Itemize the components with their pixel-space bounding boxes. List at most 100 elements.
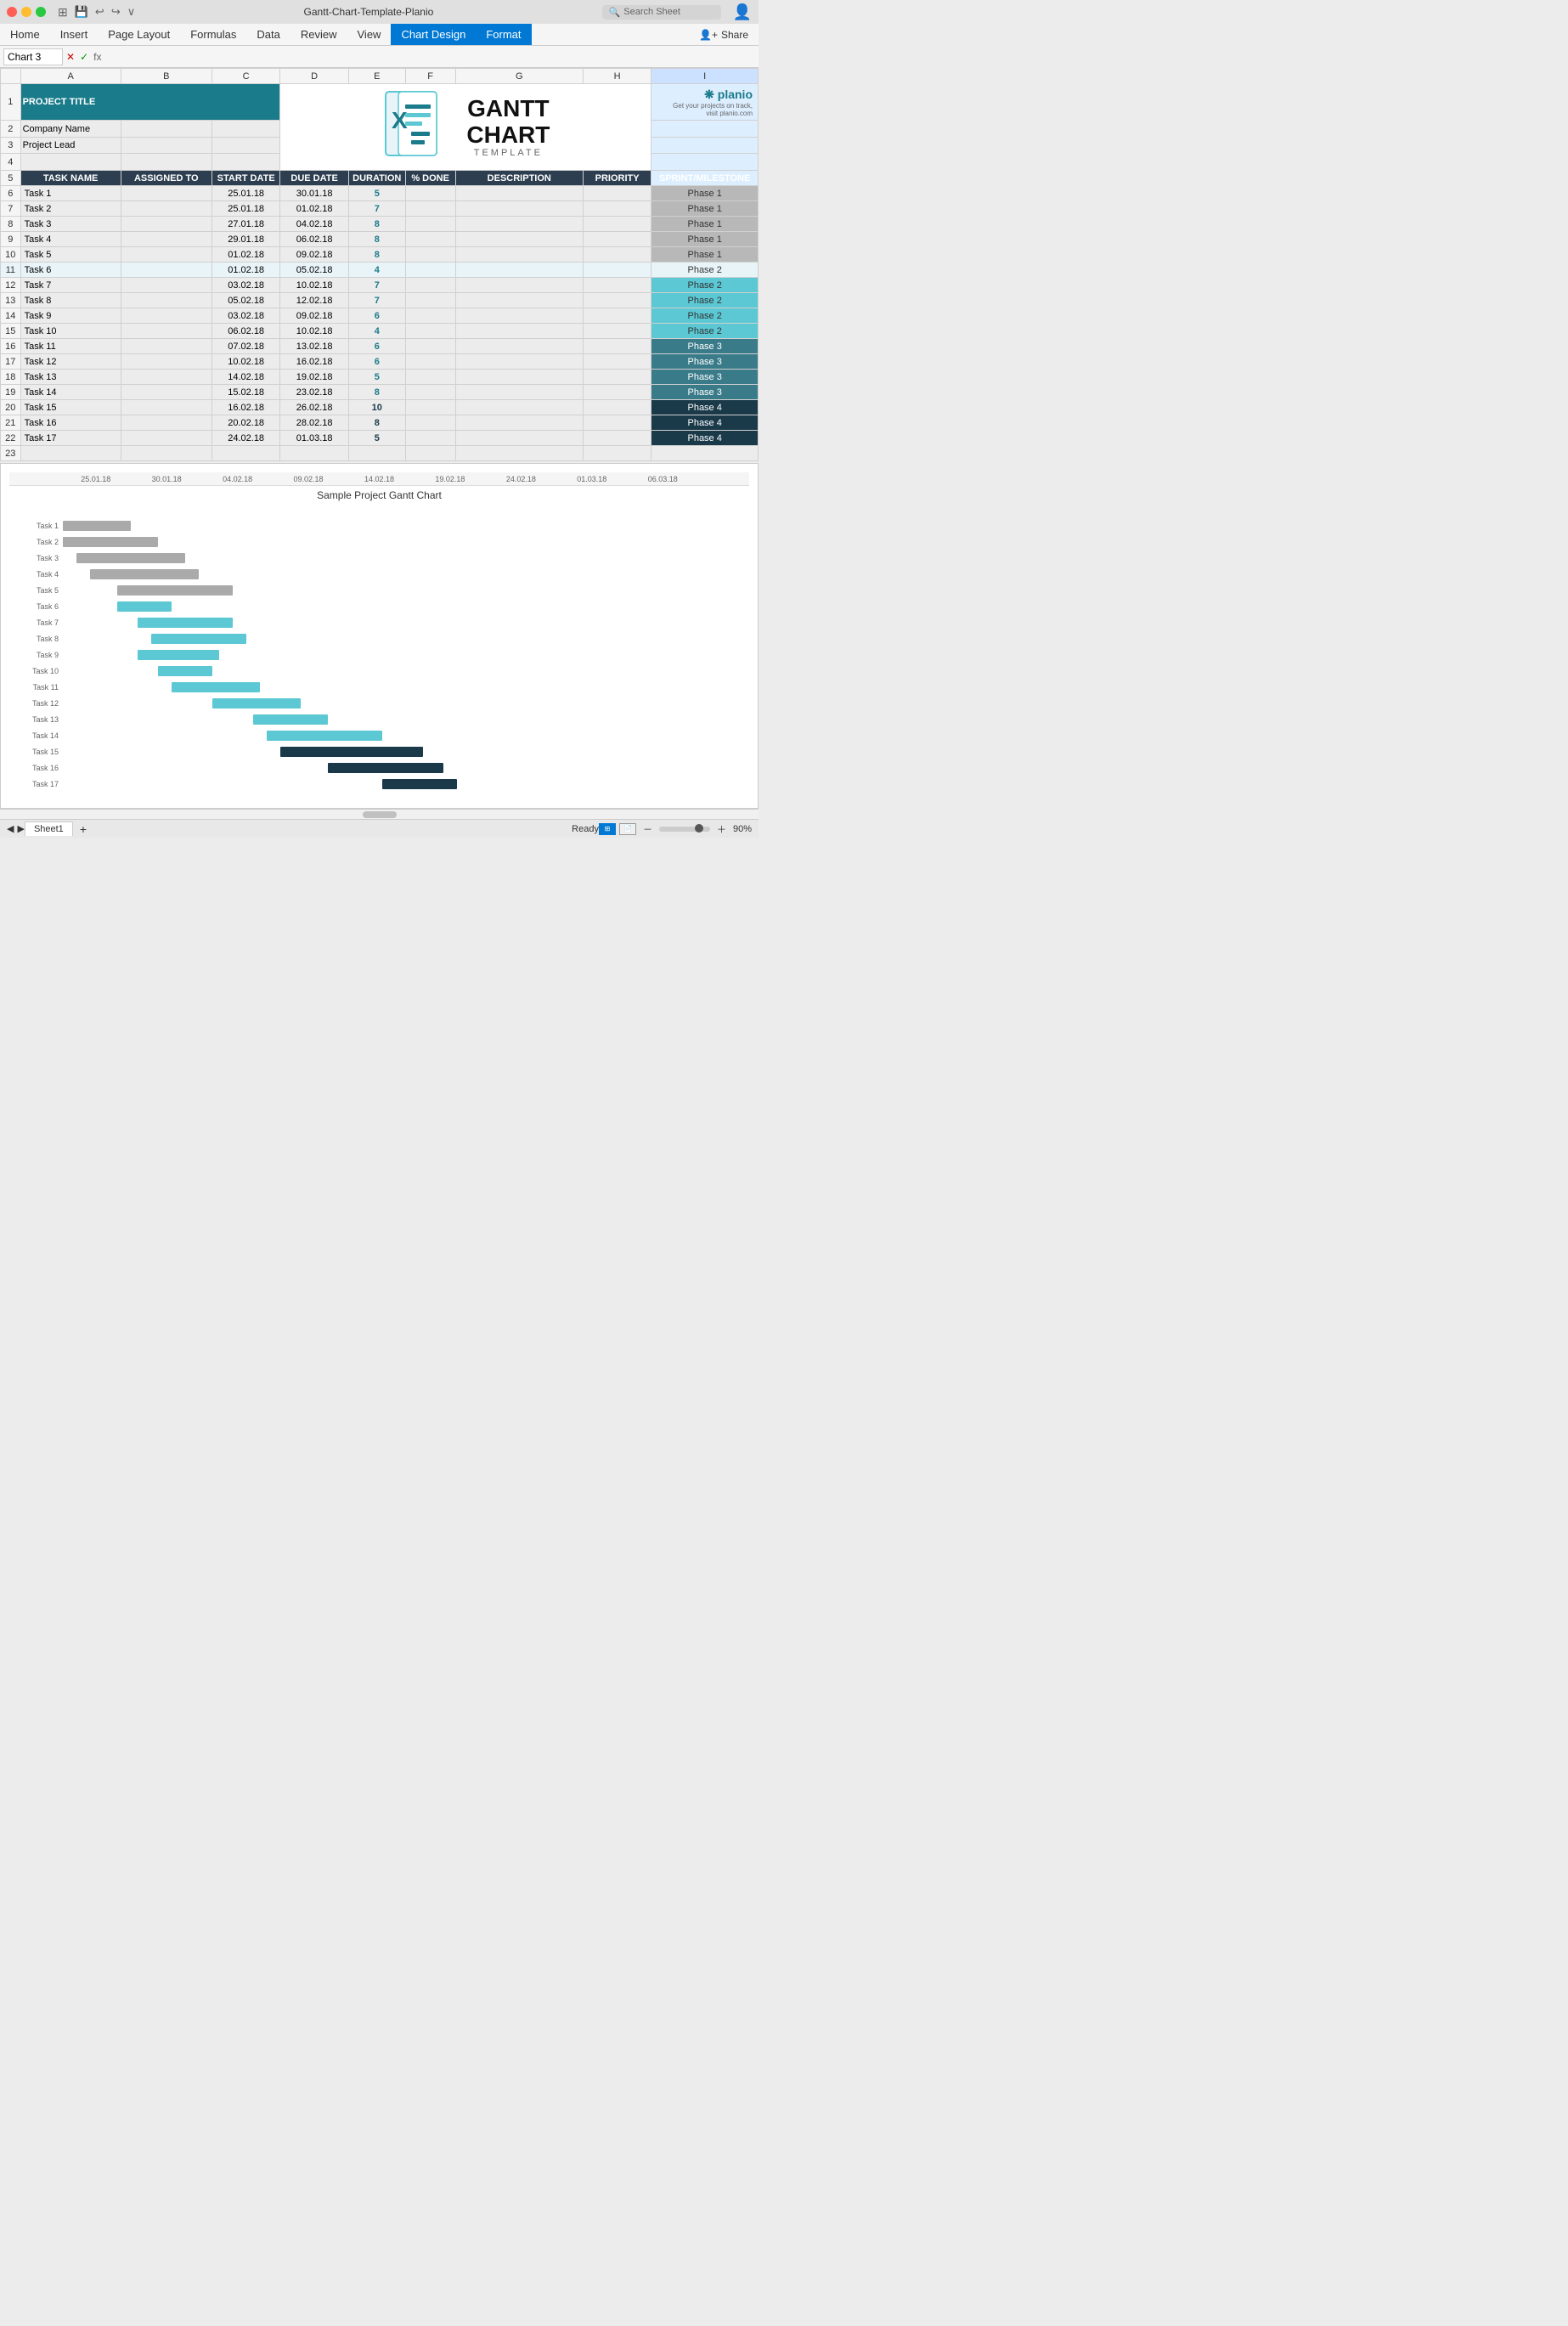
assigned-cell[interactable]: [121, 431, 212, 446]
duration-cell[interactable]: 4: [348, 263, 405, 278]
start-cell[interactable]: 03.02.18: [212, 308, 279, 324]
start-cell[interactable]: 10.02.18: [212, 354, 279, 370]
horizontal-scrollbar[interactable]: [0, 809, 759, 819]
duration-cell[interactable]: 6: [348, 354, 405, 370]
pct-cell[interactable]: [405, 186, 455, 201]
pct-cell[interactable]: [405, 324, 455, 339]
assigned-cell[interactable]: [121, 247, 212, 263]
cell-b4[interactable]: [121, 154, 212, 171]
menu-view[interactable]: View: [347, 24, 392, 45]
priority-cell[interactable]: [583, 385, 651, 400]
duration-cell[interactable]: 8: [348, 232, 405, 247]
desc-cell[interactable]: [455, 431, 583, 446]
menu-home[interactable]: Home: [0, 24, 50, 45]
start-cell[interactable]: 25.01.18: [212, 186, 279, 201]
pct-cell[interactable]: [405, 247, 455, 263]
due-cell[interactable]: 26.02.18: [280, 400, 348, 415]
pct-cell[interactable]: [405, 217, 455, 232]
assigned-cell[interactable]: [121, 400, 212, 415]
duration-cell[interactable]: 7: [348, 293, 405, 308]
start-cell[interactable]: 07.02.18: [212, 339, 279, 354]
duration-cell[interactable]: 6: [348, 308, 405, 324]
undo-icon[interactable]: ↩: [95, 5, 104, 20]
start-cell[interactable]: 05.02.18: [212, 293, 279, 308]
duration-cell[interactable]: 5: [348, 431, 405, 446]
priority-cell[interactable]: [583, 186, 651, 201]
priority-cell[interactable]: [583, 400, 651, 415]
zoom-slider[interactable]: [659, 827, 710, 832]
project-title-cell[interactable]: PROJECT TITLE: [20, 84, 280, 121]
start-cell[interactable]: 06.02.18: [212, 324, 279, 339]
assigned-cell[interactable]: [121, 232, 212, 247]
grid-icon[interactable]: ⊞: [58, 5, 68, 20]
redo-icon[interactable]: ↪: [111, 5, 121, 20]
pct-cell[interactable]: [405, 370, 455, 385]
share-button[interactable]: 👤+ Share: [689, 27, 759, 42]
due-cell[interactable]: 09.02.18: [280, 247, 348, 263]
cell-c3[interactable]: [212, 137, 279, 154]
assigned-cell[interactable]: [121, 339, 212, 354]
start-cell[interactable]: 16.02.18: [212, 400, 279, 415]
col-header-D[interactable]: D: [280, 69, 348, 84]
assigned-cell[interactable]: [121, 324, 212, 339]
priority-cell[interactable]: [583, 278, 651, 293]
duration-cell[interactable]: 4: [348, 324, 405, 339]
next-sheet-icon[interactable]: ▶: [17, 823, 24, 834]
close-button[interactable]: [7, 7, 17, 17]
due-cell[interactable]: 16.02.18: [280, 354, 348, 370]
duration-cell[interactable]: 6: [348, 339, 405, 354]
assigned-cell[interactable]: [121, 354, 212, 370]
duration-cell[interactable]: 5: [348, 186, 405, 201]
desc-cell[interactable]: [455, 385, 583, 400]
pct-cell[interactable]: [405, 339, 455, 354]
task-name-cell[interactable]: Task 5: [20, 247, 121, 263]
task-name-cell[interactable]: Task 14: [20, 385, 121, 400]
due-cell[interactable]: 06.02.18: [280, 232, 348, 247]
due-cell[interactable]: 09.02.18: [280, 308, 348, 324]
start-cell[interactable]: 20.02.18: [212, 415, 279, 431]
assigned-cell[interactable]: [121, 201, 212, 217]
due-cell[interactable]: 19.02.18: [280, 370, 348, 385]
assigned-cell[interactable]: [121, 186, 212, 201]
desc-cell[interactable]: [455, 354, 583, 370]
assigned-cell[interactable]: [121, 293, 212, 308]
task-name-cell[interactable]: Task 6: [20, 263, 121, 278]
task-name-cell[interactable]: Task 10: [20, 324, 121, 339]
task-name-cell[interactable]: Task 7: [20, 278, 121, 293]
task-name-cell[interactable]: Task 9: [20, 308, 121, 324]
desc-cell[interactable]: [455, 339, 583, 354]
duration-cell[interactable]: 7: [348, 278, 405, 293]
priority-cell[interactable]: [583, 339, 651, 354]
more-icon[interactable]: ∨: [127, 5, 136, 20]
pct-cell[interactable]: [405, 201, 455, 217]
start-cell[interactable]: 03.02.18: [212, 278, 279, 293]
priority-cell[interactable]: [583, 354, 651, 370]
due-cell[interactable]: 12.02.18: [280, 293, 348, 308]
menu-formulas[interactable]: Formulas: [180, 24, 246, 45]
company-name-cell[interactable]: Company Name: [20, 121, 121, 138]
formula-input[interactable]: [104, 49, 755, 65]
pct-cell[interactable]: [405, 354, 455, 370]
due-cell[interactable]: 01.03.18: [280, 431, 348, 446]
assigned-cell[interactable]: [121, 385, 212, 400]
duration-cell[interactable]: 7: [348, 201, 405, 217]
assigned-cell[interactable]: [121, 308, 212, 324]
prev-sheet-icon[interactable]: ◀: [7, 823, 14, 834]
menu-review[interactable]: Review: [290, 24, 347, 45]
start-cell[interactable]: 15.02.18: [212, 385, 279, 400]
zoom-plus-icon[interactable]: ＋: [717, 822, 726, 836]
pct-cell[interactable]: [405, 385, 455, 400]
assigned-cell[interactable]: [121, 415, 212, 431]
desc-cell[interactable]: [455, 370, 583, 385]
priority-cell[interactable]: [583, 293, 651, 308]
col-header-I[interactable]: I: [651, 69, 759, 84]
start-cell[interactable]: 27.01.18: [212, 217, 279, 232]
confirm-icon[interactable]: ✓: [80, 51, 88, 63]
search-box[interactable]: 🔍 Search Sheet: [602, 5, 721, 20]
task-name-cell[interactable]: Task 12: [20, 354, 121, 370]
user-avatar[interactable]: 👤: [733, 3, 752, 21]
start-cell[interactable]: 01.02.18: [212, 263, 279, 278]
duration-cell[interactable]: 5: [348, 370, 405, 385]
task-name-cell[interactable]: Task 15: [20, 400, 121, 415]
desc-cell[interactable]: [455, 400, 583, 415]
